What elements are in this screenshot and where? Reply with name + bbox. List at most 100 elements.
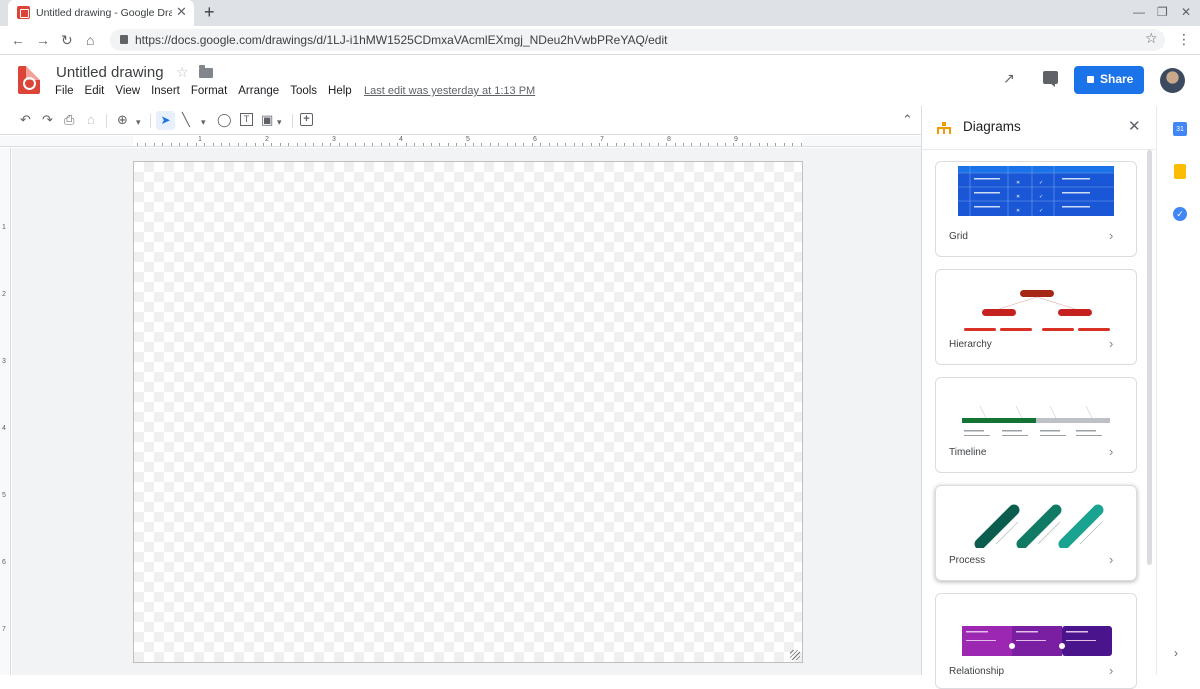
comments-icon[interactable] xyxy=(1043,71,1058,87)
tab-close-icon[interactable]: ✕ xyxy=(176,4,187,20)
ruler-tick xyxy=(397,143,399,146)
drawing-canvas[interactable] xyxy=(133,161,803,663)
doc-title[interactable]: Untitled drawing xyxy=(56,64,164,81)
add-comment-icon[interactable]: + xyxy=(300,113,313,126)
ruler-tick xyxy=(431,143,432,146)
menu-edit[interactable]: Edit xyxy=(85,85,105,97)
calendar-icon[interactable]: 31 xyxy=(1173,122,1187,136)
print-icon[interactable]: ⎙ xyxy=(64,113,74,127)
ruler-tick xyxy=(246,143,248,146)
ruler-tick xyxy=(153,143,155,146)
lock-icon xyxy=(1087,76,1094,83)
ruler-number: 6 xyxy=(533,136,537,143)
process-thumbnail xyxy=(974,504,1104,548)
ruler-tick xyxy=(414,143,416,146)
menu-view[interactable]: View xyxy=(115,85,140,97)
menu-help[interactable]: Help xyxy=(328,85,352,97)
shape-tool-icon[interactable]: ◯ xyxy=(217,113,232,127)
bookmark-star-icon[interactable]: ☆ xyxy=(1145,30,1158,47)
menu-arrange[interactable]: Arrange xyxy=(238,85,279,97)
diagram-card-hierarchy[interactable]: Hierarchy › xyxy=(935,269,1137,365)
select-tool-icon[interactable]: ➤ xyxy=(156,111,175,130)
menu-format[interactable]: Format xyxy=(191,85,227,97)
ruler-tick xyxy=(489,143,491,146)
ruler-tick xyxy=(615,143,617,146)
restore-icon[interactable]: ❐ xyxy=(1157,5,1168,19)
redo-icon[interactable]: ↷ xyxy=(42,113,53,127)
forward-icon[interactable]: → xyxy=(36,32,50,48)
home-icon[interactable]: ⌂ xyxy=(86,32,94,48)
browser-menu-icon[interactable]: ⋮ xyxy=(1177,31,1191,48)
menu-file[interactable]: File xyxy=(55,85,74,97)
text-box-icon[interactable]: T xyxy=(240,113,253,126)
ruler-number: 5 xyxy=(2,492,6,499)
lock-icon xyxy=(120,35,128,44)
ruler-number: 1 xyxy=(198,136,202,143)
minimize-icon[interactable]: — xyxy=(1133,5,1145,19)
ruler-tick xyxy=(170,143,172,146)
ruler-tick xyxy=(741,143,743,146)
image-icon[interactable]: ▣ xyxy=(261,113,273,127)
browser-tab[interactable]: Untitled drawing - Google Drawin ✕ xyxy=(8,0,194,26)
ruler-tick xyxy=(271,143,273,146)
ruler-number: 8 xyxy=(667,136,671,143)
panel-close-icon[interactable]: ✕ xyxy=(1128,117,1141,135)
chevron-down-icon[interactable]: ▾ xyxy=(277,115,282,129)
ruler-tick xyxy=(137,143,138,146)
diagram-card-grid[interactable]: ✕ ✕ ✕ ✓ ✓ ✓ Grid › xyxy=(935,161,1137,257)
ruler-tick xyxy=(187,143,189,146)
paint-format-icon[interactable]: ⌂ xyxy=(87,113,95,127)
activity-trend-icon[interactable]: ↗ xyxy=(1003,70,1015,87)
canvas-resize-handle[interactable] xyxy=(790,650,800,660)
move-folder-icon[interactable] xyxy=(199,65,213,78)
back-icon[interactable]: ← xyxy=(11,32,25,48)
panel-scrollbar[interactable] xyxy=(1147,150,1152,565)
star-icon[interactable]: ☆ xyxy=(176,64,189,81)
ruler-number: 4 xyxy=(399,136,403,143)
tasks-icon[interactable]: ✓ xyxy=(1173,207,1187,221)
menu-insert[interactable]: Insert xyxy=(151,85,180,97)
window-close-icon[interactable]: ✕ xyxy=(1181,5,1191,19)
chevron-down-icon[interactable]: ▾ xyxy=(136,115,141,129)
line-tool-icon[interactable]: ╲ xyxy=(182,113,190,127)
ruler-tick xyxy=(775,143,777,146)
undo-icon[interactable]: ↶ xyxy=(20,113,31,127)
ruler-tick xyxy=(305,143,306,146)
ruler-tick xyxy=(204,143,206,146)
ruler-tick xyxy=(708,143,710,146)
ruler-tick xyxy=(624,143,626,146)
ruler-tick xyxy=(800,143,802,146)
drawings-logo-icon[interactable] xyxy=(18,66,40,94)
reload-icon[interactable]: ↻ xyxy=(61,32,73,49)
chevron-right-icon: › xyxy=(1109,552,1114,567)
ruler-tick xyxy=(254,143,256,146)
url-text: https://docs.google.com/drawings/d/1LJ-i… xyxy=(135,33,668,47)
ruler-tick xyxy=(263,143,264,146)
ruler-number: 1 xyxy=(2,224,6,231)
ruler-tick xyxy=(321,143,323,146)
chevron-down-icon[interactable]: ▾ xyxy=(201,115,206,129)
grid-thumbnail: ✕ ✕ ✕ ✓ ✓ ✓ xyxy=(958,166,1114,216)
ruler-tick xyxy=(565,143,567,146)
url-field[interactable]: https://docs.google.com/drawings/d/1LJ-i… xyxy=(110,29,1165,51)
new-tab-icon[interactable]: + xyxy=(204,2,215,23)
ruler-tick xyxy=(557,143,558,146)
ruler-tick xyxy=(296,143,298,146)
menu-tools[interactable]: Tools xyxy=(290,85,317,97)
avatar[interactable] xyxy=(1160,68,1185,93)
keep-icon[interactable] xyxy=(1174,164,1186,179)
share-button[interactable]: Share xyxy=(1074,66,1144,94)
ruler-tick xyxy=(347,143,348,146)
diagram-card-process[interactable]: Process › xyxy=(935,485,1137,581)
diagram-card-timeline[interactable]: Timeline › xyxy=(935,377,1137,473)
panel-divider xyxy=(922,149,1155,150)
chevron-right-icon: › xyxy=(1109,663,1114,678)
ruler-tick xyxy=(439,143,441,146)
zoom-icon[interactable]: ⊕ xyxy=(117,113,128,127)
ruler-tick xyxy=(313,143,315,146)
last-edit-link[interactable]: Last edit was yesterday at 1:13 PM xyxy=(364,85,535,97)
chevron-right-icon[interactable]: › xyxy=(1174,646,1178,660)
collapse-toolbar-icon[interactable]: ⌃ xyxy=(902,112,913,128)
ruler-tick xyxy=(515,143,516,146)
diagrams-panel: Diagrams ✕ ✕ ✕ ✕ ✓ ✓ ✓ Grid › Hierarchy … xyxy=(921,106,1155,689)
